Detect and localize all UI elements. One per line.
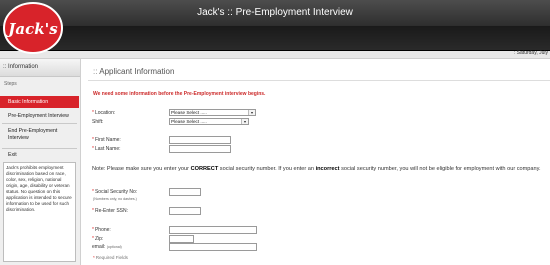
ssn-label: *Social Security No: [92, 189, 137, 195]
required-marker: * [92, 189, 94, 195]
required-marker: * [92, 236, 94, 242]
intro-text: We need some information before the Pre-… [93, 91, 266, 97]
note-text-1: Note: Please make sure you enter your [92, 166, 191, 172]
required-fields-note: *Required Fields [93, 255, 128, 260]
sidebar-divider [2, 123, 77, 124]
email-label-text: email: [92, 244, 106, 250]
sidebar: :: Information Steps Basic Information P… [0, 59, 81, 265]
steps-label: Steps [4, 81, 17, 87]
zip-input[interactable] [169, 235, 194, 243]
required-fields-text: Required Fields [95, 255, 128, 260]
logo-graphic: Jack's [3, 2, 63, 54]
last-name-label-text: Last Name: [94, 146, 121, 152]
location-label: *Location: [92, 110, 115, 116]
note-text-3: social security number, you will not be … [339, 166, 541, 172]
sidebar-header: :: Information [0, 59, 80, 77]
chevron-down-icon: ▾ [241, 119, 248, 124]
first-name-label-text: First Name: [94, 137, 121, 143]
section-title: Applicant Information [93, 67, 174, 76]
ssn-hint: (Numbers only, no dashes.) [93, 197, 137, 201]
sidebar-item-label: End Pre-Employment Interview [8, 128, 58, 141]
location-select[interactable]: Please Select ..... ▾ [169, 109, 256, 116]
location-label-text: Location: [94, 110, 116, 116]
required-marker: * [93, 255, 95, 260]
phone-label: *Phone: [92, 227, 111, 233]
sidebar-item-label: Basic Information [8, 99, 49, 105]
sidebar-item-label: Exit [8, 152, 17, 158]
note-text-2: social security number. If you enter an [218, 166, 316, 172]
email-hint: (optional) [106, 245, 122, 249]
logo-text: Jack's [5, 20, 58, 38]
last-name-input[interactable] [169, 145, 231, 153]
phone-input[interactable] [169, 226, 257, 234]
required-marker: * [92, 146, 94, 152]
location-select-value: Please Select ..... [171, 110, 207, 115]
zip-label: *Zip: [92, 236, 103, 242]
header-band [0, 26, 550, 51]
sidebar-item-label: Pre-Employment Interview [8, 113, 69, 119]
first-name-label: *First Name: [92, 137, 121, 143]
required-marker: * [92, 110, 94, 116]
ssn-reenter-label: *Re-Enter SSN: [92, 208, 128, 214]
shift-select-value: Please Select ..... [171, 119, 207, 124]
shift-select[interactable]: Please Select ..... ▾ [169, 118, 249, 125]
date-text: : Saturday, July [513, 50, 548, 56]
required-marker: * [92, 227, 94, 233]
nondiscrimination-notice: Jack's prohibits employment discriminati… [3, 162, 76, 262]
sidebar-heading: :: Information [3, 64, 39, 70]
title-bar: Jack's :: Pre-Employment Interview [0, 0, 550, 26]
zip-label-text: Zip: [94, 236, 104, 242]
sidebar-item-basic-information[interactable]: Basic Information [0, 96, 79, 108]
sidebar-item-pre-employment-interview[interactable]: Pre-Employment Interview [0, 110, 79, 122]
ssn-label-text: Social Security No: [94, 189, 138, 195]
ssn-reenter-input[interactable] [169, 207, 201, 215]
note-correct: CORRECT [190, 166, 219, 172]
email-label: email: (optional) [92, 244, 122, 250]
required-marker: * [92, 137, 94, 143]
ssn-input[interactable] [169, 188, 201, 196]
required-marker: * [92, 208, 94, 214]
page-title: Jack's :: Pre-Employment Interview [197, 7, 353, 18]
date-bar: : Saturday, July [0, 50, 550, 59]
sidebar-divider [2, 148, 77, 149]
shift-label-text: Shift: [92, 119, 104, 125]
note-incorrect: incorrect [315, 166, 340, 172]
ssn-reenter-label-text: Re-Enter SSN: [94, 208, 129, 214]
first-name-input[interactable] [169, 136, 231, 144]
shift-label: Shift: [92, 119, 103, 125]
sidebar-item-end-interview[interactable]: End Pre-Employment Interview [0, 125, 79, 147]
email-input[interactable] [169, 243, 257, 251]
last-name-label: *Last Name: [92, 146, 121, 152]
title-divider [88, 80, 550, 81]
jacks-logo[interactable]: Jack's [2, 1, 66, 55]
chevron-down-icon: ▾ [248, 110, 255, 115]
ssn-note: Note: Please make sure you enter your CO… [92, 165, 547, 173]
sidebar-item-exit[interactable]: Exit [0, 150, 79, 160]
phone-label-text: Phone: [94, 227, 111, 233]
